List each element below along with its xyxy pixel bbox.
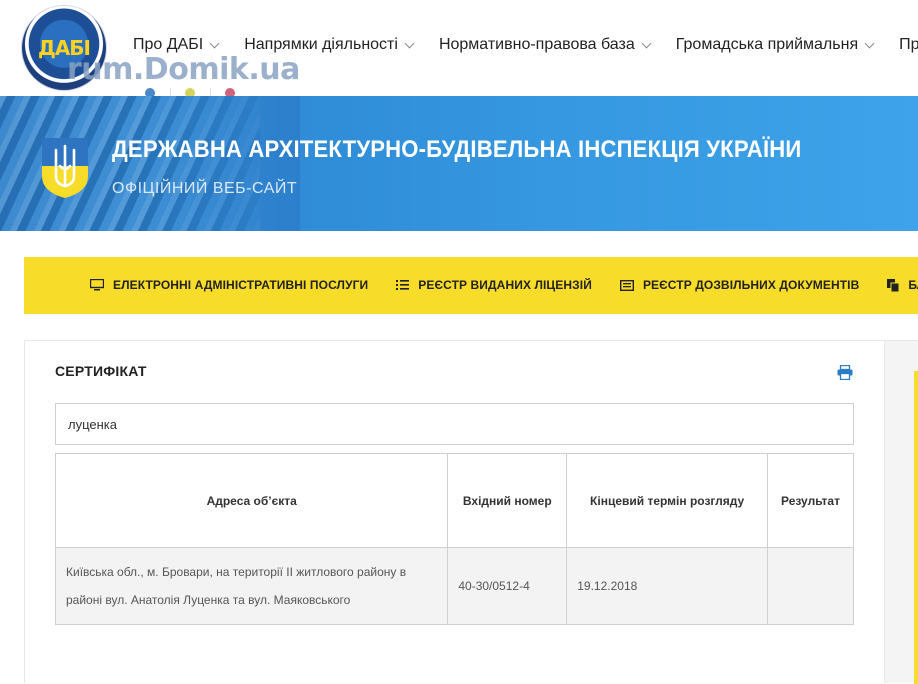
search-input[interactable] [55, 403, 854, 445]
chevron-down-icon [404, 38, 415, 48]
table-header-row: Адреса об’єкта Вхідний номер Кінцевий те… [54, 453, 855, 548]
chevron-down-icon [864, 38, 875, 48]
menu-item-label: Про ДАБІ [133, 36, 204, 53]
column-header-deadline[interactable]: Кінцевий термін розгляду [566, 453, 768, 548]
sidebar-panel [885, 340, 918, 684]
service-label: БЛАНКИ ДОКУМЕНТІВ [908, 278, 918, 292]
services-bar: ЕЛЕКТРОННІ АДМІНІСТРАТИВНІ ПОСЛУГИ РЕЄСТ… [24, 257, 918, 314]
cell-address: Київська обл., м. Бровари, на території … [54, 547, 449, 625]
column-header-number[interactable]: Вхідний номер [447, 453, 568, 548]
menu-item-label: Прес [899, 36, 918, 53]
main-menu: Про ДАБІ Напрямки діяльності Нормативно-… [133, 36, 918, 54]
cell-deadline: 19.12.2018 [566, 547, 768, 625]
ukraine-trident-icon [42, 138, 88, 198]
service-label: ЕЛЕКТРОННІ АДМІНІСТРАТИВНІ ПОСЛУГИ [113, 278, 369, 292]
document-list-icon [619, 279, 634, 291]
site-subtitle: ОФІЦІЙНИЙ ВЕБ-САЙТ [112, 180, 298, 197]
menu-item-press[interactable]: Прес [899, 36, 918, 54]
menu-item-activities[interactable]: Напрямки діяльності [244, 36, 415, 54]
menu-item-public-reception[interactable]: Громадська приймальня [675, 36, 875, 54]
column-header-result[interactable]: Результат [766, 453, 855, 548]
list-icon [396, 280, 410, 290]
menu-item-label: Нормативно-правова база [438, 36, 635, 53]
service-link-permits[interactable]: РЕЄСТР ДОЗВІЛЬНИХ ДОКУМЕНТІВ [619, 278, 860, 292]
top-navigation-bar: ДАБІ rum.Domik.ua Про ДАБІ Напрямки діял… [0, 0, 918, 100]
service-label: РЕЄСТР ВИДАНИХ ЛІЦЕНЗІЙ [418, 278, 592, 292]
page-title: СЕРТИФІКАТ [55, 363, 147, 379]
menu-item-label: Громадська приймальня [675, 36, 859, 53]
column-header-address[interactable]: Адреса об’єкта [54, 453, 449, 548]
service-label: РЕЄСТР ДОЗВІЛЬНИХ ДОКУМЕНТІВ [642, 278, 860, 292]
copy-icon [887, 278, 900, 292]
certificate-table: Адреса об’єкта Вхідний номер Кінцевий те… [54, 453, 855, 625]
menu-item-label: Напрямки діяльності [244, 36, 398, 53]
service-link-licenses[interactable]: РЕЄСТР ВИДАНИХ ЛІЦЕНЗІЙ [396, 278, 592, 292]
cell-number: 40-30/0512-4 [447, 547, 568, 625]
chevron-down-icon [209, 38, 220, 48]
print-icon[interactable] [837, 365, 853, 380]
chevron-down-icon [641, 38, 652, 48]
service-link-forms[interactable]: БЛАНКИ ДОКУМЕНТІВ [887, 278, 918, 292]
service-link-e-services[interactable]: ЕЛЕКТРОННІ АДМІНІСТРАТИВНІ ПОСЛУГИ [90, 278, 368, 292]
site-title: ДЕРЖАВНА АРХІТЕКТУРНО-БУДІВЕЛЬНА ІНСПЕКЦ… [112, 136, 802, 163]
menu-item-legal-base[interactable]: Нормативно-правова база [438, 36, 652, 54]
sidebar-accent [914, 371, 918, 684]
certificate-panel: СЕРТИФІКАТ Адреса об’єкта Вхідний номер … [24, 340, 885, 683]
table-row[interactable]: Київська обл., м. Бровари, на території … [54, 547, 855, 625]
cell-result [766, 547, 855, 625]
hero-banner: ДЕРЖАВНА АРХІТЕКТУРНО-БУДІВЕЛЬНА ІНСПЕКЦ… [0, 96, 918, 231]
menu-item-about[interactable]: Про ДАБІ [133, 36, 220, 54]
forum-watermark: rum.Domik.ua [67, 52, 300, 87]
monitor-icon [90, 279, 104, 291]
